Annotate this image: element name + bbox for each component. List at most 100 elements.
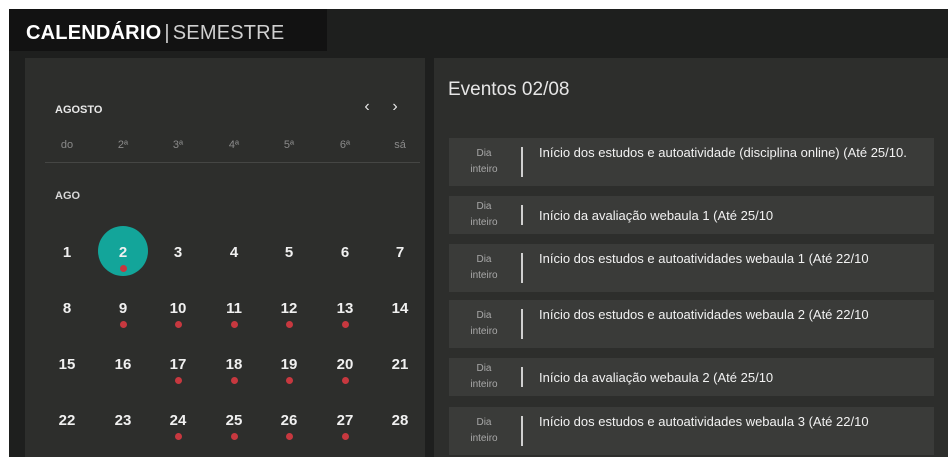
event-time-line2: inteiro <box>470 326 498 337</box>
day-number: 28 <box>391 412 409 429</box>
day-number: 19 <box>280 356 298 373</box>
day-cell[interactable]: 9 <box>103 300 143 328</box>
page-title: CALENDÁRIO | SEMESTRE <box>26 22 284 45</box>
day-cell[interactable]: 17 <box>158 356 198 384</box>
events-title: Eventos 02/08 <box>448 79 570 100</box>
chevron-left-icon[interactable]: ‹ <box>359 98 375 116</box>
event-time: Dia inteiro <box>449 361 519 393</box>
event-time-line1: Dia <box>476 417 492 428</box>
day-number: 3 <box>173 244 183 261</box>
events-panel: Eventos 02/08 Dia inteiro Início dos estud… <box>434 58 948 457</box>
day-cell[interactable]: 8 <box>47 300 87 317</box>
day-cell[interactable]: 24 <box>158 412 198 440</box>
event-time: Dia inteiro <box>449 199 519 231</box>
day-number: 21 <box>391 356 409 373</box>
day-cell[interactable]: 16 <box>103 356 143 373</box>
day-number: 27 <box>336 412 354 429</box>
event-dot-icon <box>286 433 293 440</box>
event-dot-icon <box>342 321 349 328</box>
day-number: 26 <box>280 412 298 429</box>
event-dot-icon <box>342 377 349 384</box>
day-cell[interactable]: 23 <box>103 412 143 429</box>
day-number: 8 <box>62 300 72 317</box>
day-cell[interactable]: 13 <box>325 300 365 328</box>
day-cell[interactable]: 19 <box>269 356 309 384</box>
event-text: Início da avaliação webaula 2 (Até 25/10 <box>539 369 774 385</box>
weekday-label: 6ª <box>339 139 351 151</box>
event-time-line2: inteiro <box>470 433 498 444</box>
day-cell[interactable]: 26 <box>269 412 309 440</box>
day-cell[interactable]: 1 <box>47 244 87 261</box>
event-divider <box>521 309 523 339</box>
event-dot-icon <box>120 321 127 328</box>
day-number: 10 <box>169 300 187 317</box>
day-cell[interactable]: 20 <box>325 356 365 384</box>
day-cell[interactable]: 4 <box>214 244 254 261</box>
event-time: Dia inteiro <box>449 146 519 178</box>
event-dot-icon <box>342 433 349 440</box>
day-cell[interactable]: 15 <box>47 356 87 373</box>
day-number: 12 <box>280 300 298 317</box>
day-cell[interactable]: 11 <box>214 300 254 328</box>
day-cell-selected[interactable]: 2 <box>98 226 148 276</box>
day-cell[interactable]: 28 <box>380 412 420 429</box>
day-cell[interactable]: 18 <box>214 356 254 384</box>
day-number: 7 <box>395 244 405 261</box>
calendar-panel: AGOSTO ‹ › do 2ª 3ª 4ª 5ª 6ª sá AGO 1234567891… <box>25 58 425 457</box>
day-cell[interactable]: 5 <box>269 244 309 261</box>
day-number: 25 <box>225 412 243 429</box>
event-divider <box>521 416 523 446</box>
event-time-line1: Dia <box>476 254 492 265</box>
event-text: Início dos estudos e autoatividades weba… <box>539 251 869 266</box>
day-number: 15 <box>58 356 76 373</box>
day-cell[interactable]: 21 <box>380 356 420 373</box>
day-number: 1 <box>62 244 72 261</box>
event-time-line1: Dia <box>476 201 492 212</box>
event-dot-icon <box>231 433 238 440</box>
event-item[interactable]: Dia inteiro Início dos estudos e autoativi… <box>449 300 934 348</box>
day-number: 2 <box>118 244 128 261</box>
event-time: Dia inteiro <box>449 252 519 284</box>
event-item[interactable]: Dia inteiro Início dos estudos e autoativi… <box>449 138 934 186</box>
event-item[interactable]: Dia inteiro Início dos estudos e autoativi… <box>449 244 934 292</box>
month-section-label: AGO <box>55 190 81 202</box>
day-number: 9 <box>118 300 128 317</box>
event-dot-icon <box>120 265 127 272</box>
chevron-right-icon[interactable]: › <box>387 98 403 116</box>
calendar-app: CALENDÁRIO | SEMESTRE AGOSTO ‹ › do 2ª 3ª 4ª 5… <box>9 9 948 457</box>
day-number: 5 <box>284 244 294 261</box>
day-number: 11 <box>226 300 242 317</box>
event-text: Início da avaliação webaula 1 (Até 25/10 <box>539 207 774 223</box>
event-time-line2: inteiro <box>470 217 498 228</box>
day-cell[interactable]: 27 <box>325 412 365 440</box>
event-dot-icon <box>175 377 182 384</box>
day-cell[interactable]: 22 <box>47 412 87 429</box>
weekday-label: sá <box>394 139 406 151</box>
day-cell[interactable]: 6 <box>325 244 365 261</box>
day-cell[interactable]: 7 <box>380 244 420 261</box>
day-cell[interactable]: 14 <box>380 300 420 317</box>
event-dot-icon <box>231 377 238 384</box>
event-time-line1: Dia <box>476 148 492 159</box>
day-cell[interactable]: 25 <box>214 412 254 440</box>
event-item[interactable]: Dia inteiro Início dos estudos e autoativi… <box>449 407 934 455</box>
weekday-header: do 2ª 3ª 4ª 5ª 6ª sá <box>25 139 425 159</box>
event-dot-icon <box>175 321 182 328</box>
month-label: AGOSTO <box>55 104 103 116</box>
top-bar: CALENDÁRIO | SEMESTRE <box>9 9 327 51</box>
day-number: 17 <box>169 356 187 373</box>
event-dot-icon <box>286 321 293 328</box>
day-cell[interactable]: 3 <box>158 244 198 261</box>
day-cell[interactable]: 10 <box>158 300 198 328</box>
weekday-label: 2ª <box>117 139 129 151</box>
day-number: 13 <box>336 300 354 317</box>
event-divider <box>521 367 523 387</box>
day-number: 20 <box>336 356 354 373</box>
weekday-label: 4ª <box>228 139 240 151</box>
event-item[interactable]: Dia inteiro Início da avaliação webaula 1 … <box>449 196 934 234</box>
event-dot-icon <box>175 433 182 440</box>
event-item[interactable]: Dia inteiro Início da avaliação webaula 2 … <box>449 358 934 396</box>
event-time-line2: inteiro <box>470 270 498 281</box>
day-number: 16 <box>114 356 132 373</box>
day-cell[interactable]: 12 <box>269 300 309 328</box>
